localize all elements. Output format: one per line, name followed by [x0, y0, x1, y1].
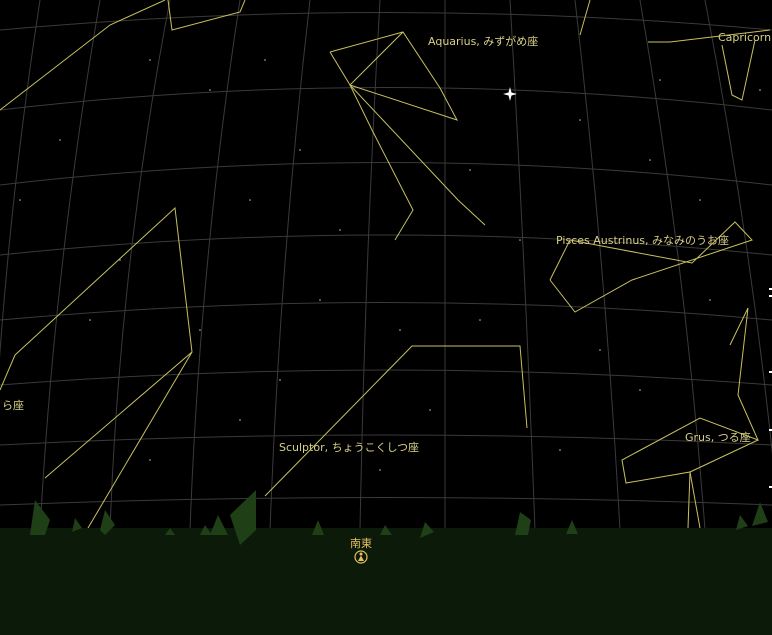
- label-piscis-austrinus[interactable]: Pisces Austrinus, みなみのうお座: [556, 233, 729, 247]
- label-aquarius[interactable]: Aquarius, みずがめ座: [428, 34, 538, 48]
- compass-direction-label: 南東: [350, 537, 372, 550]
- label-partial-left[interactable]: ら座: [2, 398, 24, 412]
- label-capricornus[interactable]: Capricorn: [718, 31, 771, 44]
- sky-view[interactable]: Aquarius, みずがめ座 Capricorn Pisces Austrin…: [0, 0, 772, 635]
- label-grus[interactable]: Grus, つる座: [685, 430, 751, 444]
- ground: [0, 528, 772, 635]
- label-sculptor[interactable]: Sculptor, ちょうこくしつ座: [279, 440, 419, 454]
